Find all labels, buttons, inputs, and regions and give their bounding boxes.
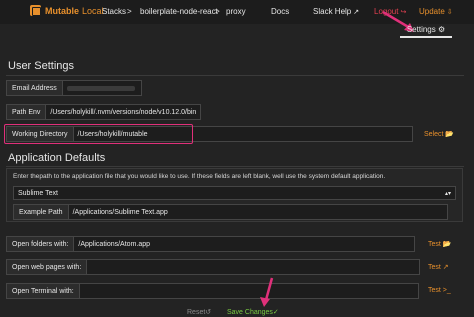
section-heading-user-settings: User Settings (8, 60, 75, 72)
select-folder-button[interactable]: Select 📂 (424, 130, 454, 138)
test-terminal-button[interactable]: Test >_ (428, 287, 451, 294)
path-env-label: Path Env (6, 104, 46, 120)
email-field: Email Address (6, 80, 142, 96)
reset-button[interactable]: Reset↺ (187, 308, 211, 316)
redacted-email (66, 85, 135, 91)
email-label: Email Address (6, 80, 62, 96)
example-path-label: Example Path (13, 204, 68, 220)
slack-help-link[interactable]: Slack Help ↗ (313, 7, 359, 16)
open-terminal-field: Open Terminal with: (6, 283, 419, 299)
download-icon: ⇩ (446, 9, 453, 16)
test-folders-button[interactable]: Test 📂 (428, 240, 452, 248)
email-input[interactable] (61, 80, 142, 96)
test-label: Test (428, 241, 441, 248)
breadcrumb-separator: > (127, 7, 132, 16)
breadcrumb-stack-name[interactable]: boilerplate-node-react (140, 7, 218, 16)
example-path-input[interactable]: /Applications/Sublime Text.app (67, 204, 448, 220)
save-changes-button[interactable]: Save Changes✓ (227, 308, 279, 316)
breadcrumb-separator: > (215, 7, 220, 16)
open-terminal-input[interactable] (78, 283, 419, 299)
external-link-icon: ↗ (442, 264, 449, 271)
tab-settings[interactable]: Settings ⚙ (400, 22, 452, 38)
undo-icon: ↺ (205, 309, 212, 316)
editor-defaults-panel: Enter thepath to the application file th… (6, 168, 463, 222)
update-label: Update (419, 7, 445, 16)
tab-settings-label: Settings (406, 25, 436, 34)
open-folders-field: Open folders with: /Applications/Atom.ap… (6, 236, 416, 252)
save-changes-label: Save Changes (227, 309, 273, 316)
external-link-icon: ↗ (353, 9, 360, 16)
brand-env: Local (82, 5, 104, 16)
test-label: Test (428, 287, 441, 294)
reset-label: Reset (187, 309, 206, 316)
divider (6, 75, 464, 76)
annotation-highlight-box (4, 124, 193, 144)
breadcrumb-service[interactable]: proxy (226, 7, 246, 16)
update-link[interactable]: Update ⇩ (419, 7, 453, 16)
section-heading-application-defaults: Application Defaults (8, 152, 106, 164)
brand[interactable]: Mutable Local (30, 5, 104, 16)
docs-label: Docs (271, 7, 290, 16)
gear-icon: ⚙ (437, 25, 446, 34)
chevron-updown-icon: ▴▾ (444, 191, 451, 197)
slack-help-label: Slack Help (313, 7, 352, 16)
check-icon: ✓ (272, 309, 279, 316)
open-web-pages-field: Open web pages with: (6, 259, 421, 275)
folder-open-icon: 📂 (442, 241, 452, 248)
open-terminal-label: Open Terminal with: (6, 283, 79, 299)
open-web-pages-input[interactable] (86, 259, 421, 275)
editor-select[interactable]: Sublime Text ▴▾ (13, 186, 456, 200)
open-web-pages-label: Open web pages with: (6, 259, 87, 275)
select-label: Select (424, 131, 444, 138)
open-folders-label: Open folders with: (6, 236, 74, 252)
example-path-field: Example Path /Applications/Sublime Text.… (13, 204, 448, 220)
folder-open-icon: 📂 (445, 131, 455, 138)
annotation-arrow-icon (260, 277, 274, 307)
brand-name: Mutable (45, 5, 80, 16)
editor-select-value: Sublime Text (18, 190, 58, 197)
docs-link[interactable]: Docs (271, 7, 289, 16)
path-env-field: Path Env /Users/holykill/.nvm/versions/n… (6, 104, 202, 120)
mutable-logo-icon (30, 5, 41, 16)
open-folders-input[interactable]: /Applications/Atom.app (73, 236, 416, 252)
test-web-button[interactable]: Test ↗ (428, 263, 449, 271)
terminal-icon: >_ (442, 287, 451, 294)
breadcrumb-stacks[interactable]: Stacks (102, 7, 126, 16)
path-env-input[interactable]: /Users/holykill/.nvm/versions/node/v10.1… (45, 104, 202, 120)
app-defaults-hint: Enter thepath to the application file th… (13, 173, 386, 180)
test-label: Test (428, 264, 441, 271)
divider (6, 166, 464, 167)
